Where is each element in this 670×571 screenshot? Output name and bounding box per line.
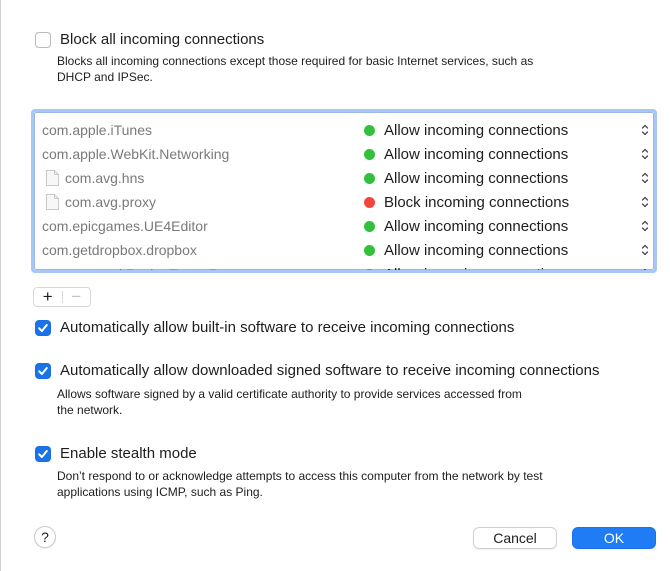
connection-status-text: Allow incoming connections [384, 169, 569, 187]
ok-button[interactable]: OK [572, 527, 656, 549]
app-name: com.epicgames.UE4Editor [42, 218, 208, 234]
app-list[interactable]: com.apple.iTunes Allow incoming connectio… [31, 109, 657, 273]
app-list-row[interactable]: com.getdropbox.dropbox Allow incoming con… [34, 238, 654, 262]
popup-stepper-icon[interactable] [640, 219, 650, 233]
connection-status-text: Allow incoming connections [384, 266, 568, 271]
auto-builtin-label: Automatically allow built-in software to… [60, 319, 515, 336]
block-all-description: Blocks all incoming connections except t… [57, 53, 533, 85]
status-dot-icon [364, 124, 375, 136]
app-name: com.netacad.PacketTracer7 [42, 266, 217, 270]
document-file-icon [46, 194, 59, 210]
checkmark-icon [38, 449, 48, 458]
status-dot-icon [364, 148, 375, 160]
app-name-text: com.epicgames.UE4Editor [42, 218, 208, 234]
connection-status-text: Allow incoming connections [384, 217, 569, 235]
app-name: com.apple.WebKit.Networking [42, 146, 229, 162]
auto-builtin-checkbox[interactable] [35, 319, 51, 336]
connection-status-popup[interactable]: Allow incoming connections [364, 242, 568, 259]
app-name: com.apple.iTunes [42, 122, 152, 138]
popup-stepper-icon[interactable] [640, 123, 650, 137]
checkmark-icon [38, 366, 48, 375]
popup-stepper-icon[interactable] [640, 267, 650, 273]
connection-status-text: Allow incoming connections [384, 145, 569, 163]
app-name-text: com.avg.proxy [65, 194, 157, 210]
auto-signed-label: Automatically allow downloaded signed so… [60, 362, 600, 379]
checkmark-icon [38, 323, 48, 332]
connection-status-popup[interactable]: Allow incoming connections [364, 170, 568, 187]
app-list-row[interactable]: com.apple.WebKit.Networking Allow incomin… [34, 142, 654, 166]
popup-stepper-icon[interactable] [640, 171, 650, 185]
app-name: com.avg.hns [42, 170, 144, 186]
auto-builtin-option: Automatically allow built-in software to… [35, 319, 514, 336]
status-dot-icon [364, 172, 375, 184]
firewall-options-dialog: Block all incoming connections Blocks al… [0, 0, 670, 571]
help-button[interactable]: ? [34, 526, 56, 548]
app-name-text: com.getdropbox.dropbox [42, 242, 197, 258]
auto-signed-checkbox[interactable] [35, 362, 51, 379]
status-dot-icon [364, 244, 375, 256]
popup-stepper-icon[interactable] [640, 195, 650, 209]
stealth-mode-checkbox[interactable] [35, 445, 51, 462]
app-name: com.avg.proxy [42, 194, 156, 210]
stealth-mode-option: Enable stealth mode [35, 445, 197, 462]
app-name-text: com.avg.hns [65, 170, 145, 186]
document-file-icon [46, 170, 59, 186]
connection-status-popup[interactable]: Allow incoming connections [364, 218, 568, 235]
app-name-text: com.apple.WebKit.Networking [42, 146, 230, 162]
cancel-button[interactable]: Cancel [473, 527, 557, 549]
stealth-mode-description-line2: applications using ICMP, such as Ping. [57, 485, 263, 499]
popup-stepper-icon[interactable] [640, 147, 650, 161]
auto-signed-option: Automatically allow downloaded signed so… [35, 362, 599, 379]
connection-status-text: Block incoming connections [384, 193, 570, 211]
stealth-mode-label: Enable stealth mode [60, 445, 197, 462]
popup-stepper-icon[interactable] [640, 243, 650, 257]
status-dot-icon [364, 220, 375, 232]
connection-status-text: Allow incoming connections [384, 121, 569, 139]
block-all-description-line1: Blocks all incoming connections except t… [57, 54, 534, 68]
app-name-text: com.apple.iTunes [42, 122, 152, 138]
app-list-row[interactable]: com.epicgames.UE4Editor Allow incoming co… [34, 214, 654, 238]
block-all-label: Block all incoming connections [60, 31, 265, 48]
app-name-text: com.netacad.PacketTracer7 [42, 266, 217, 270]
connection-status-popup[interactable]: Allow incoming connections [364, 266, 568, 271]
app-list-row[interactable]: com.apple.iTunes Allow incoming connectio… [34, 118, 654, 142]
connection-status-popup[interactable]: Allow incoming connections [364, 122, 568, 139]
status-dot-icon [364, 196, 375, 208]
block-all-option: Block all incoming connections [35, 31, 264, 48]
auto-signed-description-line2: the network. [57, 403, 123, 417]
add-app-button[interactable]: + [34, 288, 62, 306]
connection-status-text: Allow incoming connections [384, 241, 569, 259]
stealth-mode-description-line1: Don’t respond to or acknowledge attempts… [57, 469, 543, 483]
remove-app-button[interactable]: − [63, 288, 91, 306]
app-list-row[interactable]: com.netacad.PacketTracer7 Allow incoming … [34, 262, 654, 273]
list-add-remove-control: + − [33, 287, 91, 307]
block-all-checkbox[interactable] [35, 31, 51, 48]
app-list-row[interactable]: com.avg.hns Allow incoming connections [34, 166, 654, 190]
auto-signed-description-line1: Allows software signed by a valid certif… [57, 387, 522, 401]
connection-status-popup[interactable]: Allow incoming connections [364, 146, 568, 163]
app-list-row[interactable]: com.avg.proxy Block incoming connections [34, 190, 654, 214]
status-dot-icon [364, 268, 375, 270]
stealth-mode-description: Don’t respond to or acknowledge attempts… [57, 468, 543, 500]
auto-signed-description: Allows software signed by a valid certif… [57, 386, 522, 418]
connection-status-popup[interactable]: Block incoming connections [364, 194, 569, 211]
app-name: com.getdropbox.dropbox [42, 242, 197, 258]
block-all-description-line2: DHCP and IPSec. [57, 70, 153, 84]
